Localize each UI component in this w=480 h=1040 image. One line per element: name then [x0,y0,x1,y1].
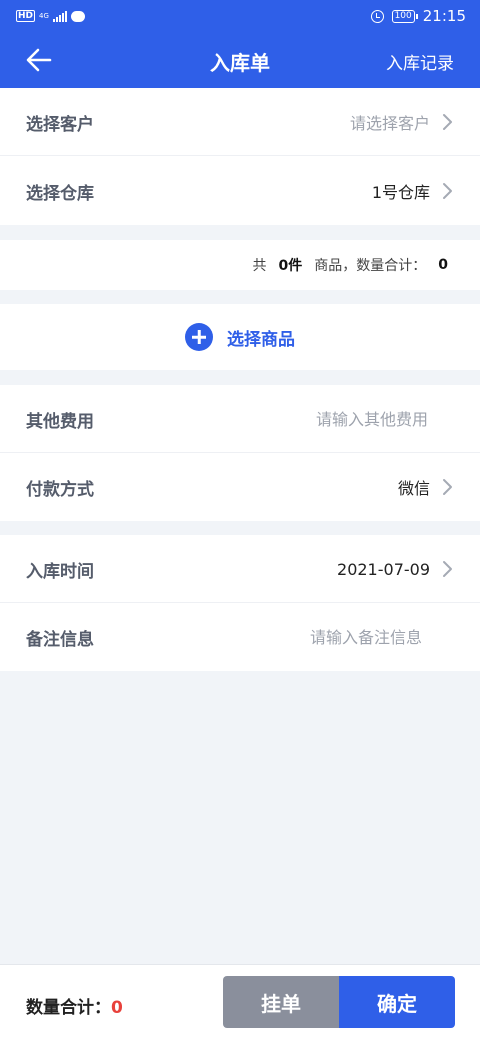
clock-time: 21:15 [422,7,466,25]
date-label: 入库时间 [26,561,94,582]
quantity-total-label: 数量合计： [26,998,111,1018]
summary-prefix: 共 [252,258,267,274]
stock-in-date-row[interactable]: 入库时间 2021-07-09 [0,535,480,603]
hold-order-button[interactable]: 挂单 [223,976,339,1028]
other-fee-input[interactable] [228,409,428,429]
customer-value: 请选择客户 [349,114,430,133]
records-link[interactable]: 入库记录 [386,49,454,74]
remark-row: 备注信息 [0,603,480,671]
summary-count: 0件 [278,258,303,274]
payment-method-row[interactable]: 付款方式 微信 [0,453,480,521]
payment-value: 微信 [397,479,430,498]
message-icon [70,10,85,22]
confirm-button[interactable]: 确定 [339,976,455,1028]
network-label: 4G [39,11,49,20]
chevron-right-icon [443,114,452,130]
other-fee-row: 其他费用 [0,385,480,453]
customer-label: 选择客户 [26,114,94,135]
payment-label: 付款方式 [26,479,94,500]
select-goods-button[interactable]: 选择商品 [0,304,480,370]
status-right: 100 21:15 [370,7,466,25]
status-bar: HD 4G 100 21:15 [0,0,480,32]
chevron-right-icon [443,479,452,495]
select-goods-label: 选择商品 [227,329,295,350]
quantity-total: 数量合计：0 [26,993,123,1018]
date-value: 2021-07-09 [337,559,430,579]
hd-badge: HD [16,10,36,22]
summary-total: 0 [438,257,448,273]
select-warehouse-row[interactable]: 选择仓库 1号仓库 [0,157,480,225]
alarm-icon [370,9,384,23]
chevron-right-icon [443,561,452,577]
warehouse-label: 选择仓库 [26,183,94,204]
goods-summary: 共 0件 商品，数量合计： 0 [0,240,480,290]
remark-label: 备注信息 [26,629,94,650]
select-customer-row[interactable]: 选择客户 请选择客户 [0,88,480,156]
network-type: 4G [39,11,49,20]
summary-middle: 商品，数量合计： [314,258,427,274]
bottom-bar: 数量合计：0 挂单 确定 [0,964,480,1040]
app-header: 入库单 入库记录 [0,32,480,88]
chevron-right-icon [443,183,452,199]
other-fee-label: 其他费用 [26,411,94,432]
remark-input[interactable] [222,627,422,647]
status-left: HD 4G [16,10,85,22]
arrow-left-icon[interactable] [24,46,54,74]
plus-circle-icon [185,323,213,351]
quantity-total-value: 0 [111,998,123,1018]
warehouse-value: 1号仓库 [371,183,430,202]
battery-icon: 100 [391,9,418,23]
signal-icon [52,10,67,22]
